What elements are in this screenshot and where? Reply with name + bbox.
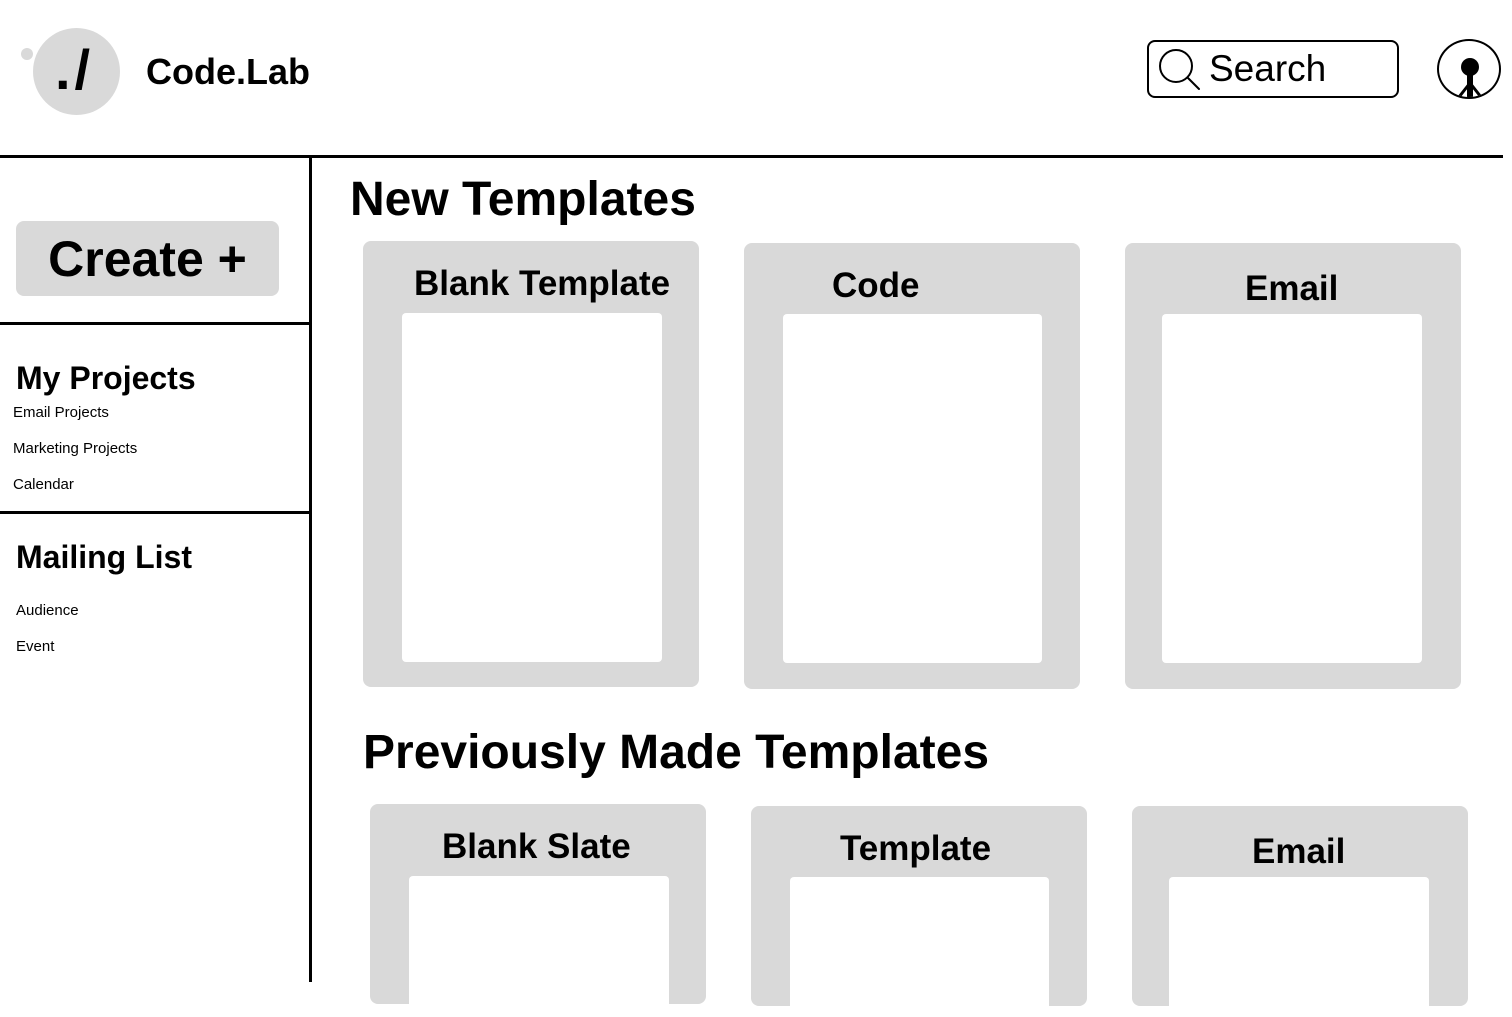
search-box[interactable] <box>1147 40 1399 98</box>
template-card-email[interactable]: Email <box>1125 243 1461 689</box>
sidebar-item-calendar[interactable]: Calendar <box>13 476 74 494</box>
template-card-email-previous[interactable]: Email <box>1132 806 1468 1017</box>
template-card-blank-template[interactable]: Blank Template <box>363 241 699 687</box>
template-card-code[interactable]: Code <box>744 243 1080 689</box>
sidebar-item-marketing-projects[interactable]: Marketing Projects <box>13 440 137 458</box>
brand-name: Code.Lab <box>146 51 311 92</box>
card-preview <box>402 313 662 662</box>
search-input[interactable] <box>1209 48 1389 90</box>
card-label: Code <box>832 266 920 305</box>
card-preview <box>783 314 1042 663</box>
card-preview <box>790 877 1049 1017</box>
sidebar-separator <box>0 322 310 325</box>
user-avatar[interactable] <box>1437 39 1501 99</box>
card-label: Template <box>840 829 992 868</box>
card-preview <box>1162 314 1422 663</box>
template-card-template[interactable]: Template <box>751 806 1087 1017</box>
my-projects-heading: My Projects <box>16 360 196 396</box>
template-card-blank-slate[interactable]: Blank Slate <box>370 804 706 1016</box>
card-label: Blank Slate <box>442 827 631 866</box>
card-label: Blank Template <box>414 264 671 303</box>
new-templates-title: New Templates <box>350 173 696 226</box>
person-icon <box>1457 58 1483 97</box>
sidebar-item-audience[interactable]: Audience <box>16 602 79 620</box>
sidebar-item-event[interactable]: Event <box>16 638 54 656</box>
card-label: Email <box>1252 832 1346 871</box>
header-divider <box>0 155 1503 158</box>
card-preview <box>1169 877 1429 1017</box>
sidebar-separator <box>0 511 310 514</box>
card-label: Email <box>1245 269 1339 308</box>
create-button[interactable]: Create + <box>16 221 279 296</box>
logo-mark: ./ <box>54 37 95 101</box>
card-preview <box>409 876 669 1016</box>
sidebar-divider <box>309 158 312 982</box>
search-icon <box>1159 49 1200 90</box>
logo[interactable]: ./ <box>33 28 120 115</box>
sidebar-item-email-projects[interactable]: Email Projects <box>13 404 109 422</box>
mailing-list-heading: Mailing List <box>16 539 192 575</box>
previous-templates-title: Previously Made Templates <box>363 726 990 779</box>
logo-dot <box>21 48 33 60</box>
